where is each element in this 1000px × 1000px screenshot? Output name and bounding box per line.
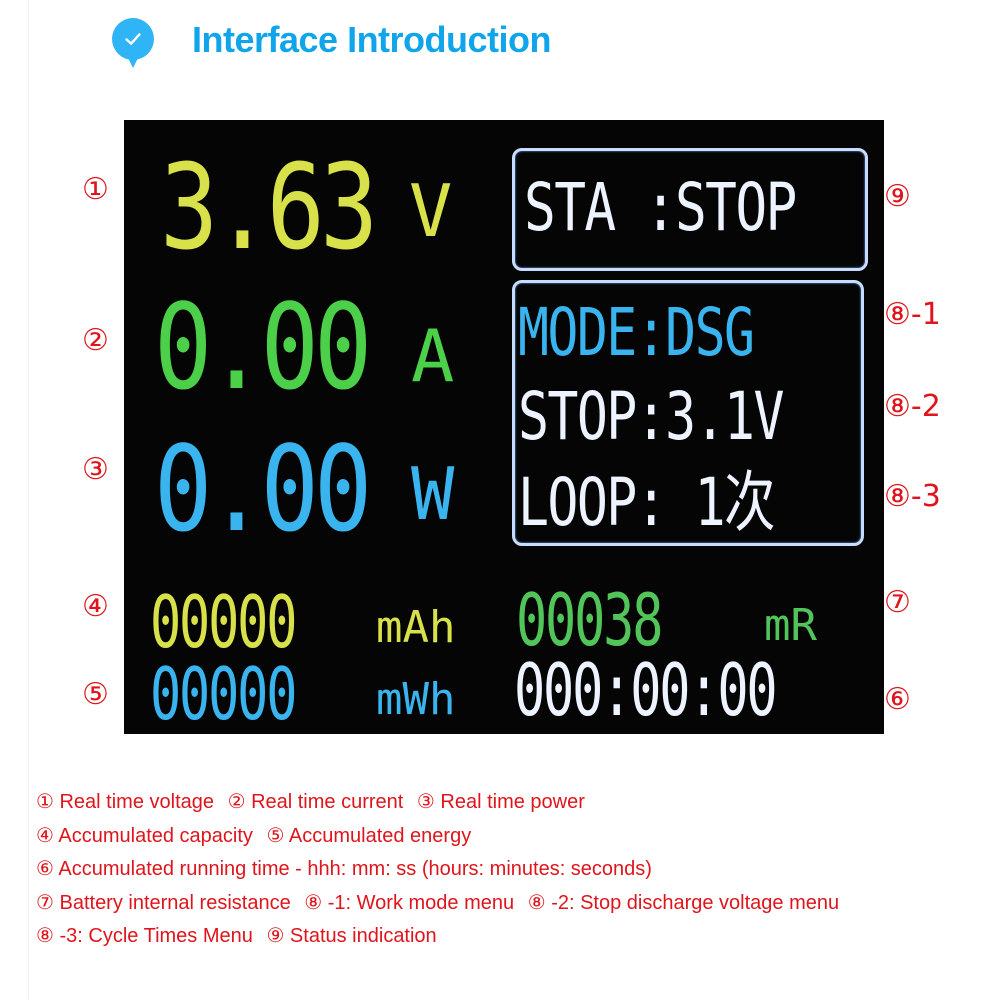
callout-9: ⑨ (884, 179, 911, 214)
energy-readout: 00000 (150, 652, 297, 736)
resistance-readout: 00038 (516, 578, 663, 662)
page-title: Interface Introduction (192, 19, 552, 60)
legend-item: ⑤ Accumulated energy (266, 824, 472, 847)
status-indicator: STA :STOP (524, 169, 797, 246)
capacity-unit: mAh (376, 602, 456, 653)
legend-item: ① Real time voltage (36, 791, 215, 813)
legend-line: ⑧ -3: Cycle Times Menu ⑨ Status indicati… (36, 920, 986, 954)
work-mode-menu[interactable]: MODE:DSG (518, 300, 755, 366)
legend-item: ⑨ Status indication (266, 925, 437, 947)
callout-5: ⑤ (82, 677, 109, 712)
legend-item: ③ Real time power (416, 791, 585, 813)
callout-8-2: ⑧-2 (884, 389, 941, 424)
callout-7: ⑦ (884, 585, 911, 620)
voltage-readout: 3.63 (160, 138, 378, 276)
legend-item: ⑦ Battery internal resistance (36, 891, 291, 914)
stop-voltage-menu[interactable]: STOP:3.1V (518, 384, 784, 450)
legend-item: ⑧ -1: Work mode menu (304, 891, 515, 914)
page-edge-divider (28, 0, 29, 1000)
legend-item: ⑧ -2: Stop discharge voltage menu (527, 891, 840, 914)
legend-line: ④ Accumulated capacity ⑤ Accumulated ene… (36, 820, 986, 854)
callout-2: ② (82, 323, 109, 358)
capacity-readout: 00000 (150, 580, 297, 664)
power-unit: W (411, 452, 455, 536)
loop-count-menu[interactable]: LOOP: 1次 (518, 470, 776, 536)
voltage-unit: V (409, 169, 453, 253)
legend-line: ⑥ Accumulated running time - hhh: mm: ss… (36, 853, 986, 887)
callout-1: ① (82, 172, 109, 207)
callout-8-1: ⑧-1 (884, 297, 941, 332)
callout-6: ⑥ (884, 682, 911, 717)
callout-3: ③ (82, 452, 109, 487)
check-badge-icon (112, 18, 154, 68)
legend-line: ⑦ Battery internal resistance ⑧ -1: Work… (36, 887, 986, 921)
callout-4: ④ (82, 589, 109, 624)
legend-item: ⑥ Accumulated running time - hhh: mm: ss… (36, 858, 652, 880)
legend-item: ② Real time current (227, 791, 404, 813)
energy-unit: mWh (376, 674, 456, 725)
legend-item: ④ Accumulated capacity (36, 824, 253, 847)
lcd-screen: 3.63 V 0.00 A 0.00 W STA :STOP MODE:DSG … (124, 120, 884, 734)
callout-8-3: ⑧-3 (884, 479, 941, 514)
power-readout: 0.00 (154, 420, 372, 558)
runtime-readout: 000:00:00 (514, 648, 778, 732)
legend: ① Real time voltage ② Real time current … (36, 786, 986, 954)
current-unit: A (411, 314, 455, 398)
legend-line: ① Real time voltage ② Real time current … (36, 786, 986, 820)
legend-item: ⑧ -3: Cycle Times Menu (36, 925, 253, 947)
current-readout: 0.00 (154, 278, 372, 416)
resistance-unit: mR (764, 600, 817, 651)
